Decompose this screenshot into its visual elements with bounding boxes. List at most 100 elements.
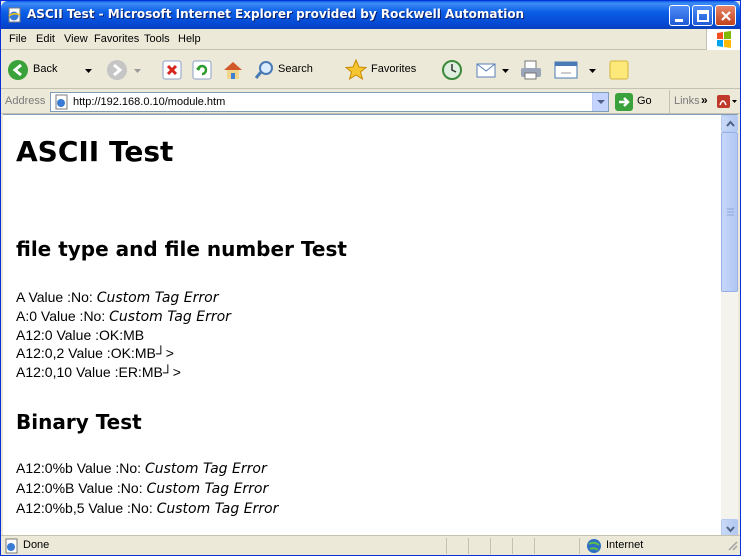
address-dropdown-icon[interactable] [592,93,608,111]
refresh-icon [192,60,212,83]
address-url: http://192.168.0.10/module.htm [73,96,226,108]
status-cell [512,538,534,554]
error-text: Custom Tag Error [156,501,279,517]
internet-globe-icon [586,538,602,556]
line-text: A12:0%B Value :No: [16,480,147,496]
scroll-thumb[interactable] [721,132,738,292]
refresh-button[interactable] [192,51,216,89]
address-bar: Address http://192.168.0.10/module.htm G… [1,90,740,114]
vertical-scrollbar[interactable] [721,115,738,535]
messenger-button[interactable] [608,51,632,89]
forward-button[interactable] [104,51,154,89]
status-bar: Done Internet [1,535,740,555]
line-text: A:0 Value :No: [16,308,110,324]
status-text: Done [23,539,50,551]
search-icon [254,59,276,84]
error-text: Custom Tag Error [109,309,231,325]
menu-edit[interactable]: Edit [36,33,55,45]
result-line: A12:0 Value :OK:MB [16,327,144,344]
result-line: A:0 Value :No: Custom Tag Error [16,308,231,325]
note-icon [608,59,630,84]
line-text: A12:0 Value :OK:MB [16,327,145,343]
history-icon [441,59,463,84]
status-page-icon [4,538,20,556]
search-button[interactable]: Search [252,51,334,89]
address-label: Address [5,95,46,107]
result-line: A12:0,10 Value :ER:MB┘> [16,364,181,381]
menu-tools[interactable]: Tools [144,33,170,45]
maximize-button[interactable] [692,5,713,26]
mail-button[interactable] [475,51,515,89]
security-zone[interactable]: Internet [579,538,729,554]
title-bar[interactable]: ASCII Test - Microsoft Internet Explorer… [1,1,740,29]
go-arrow-icon [615,93,633,114]
back-button[interactable]: Back [5,51,101,89]
browser-window: ASCII Test - Microsoft Internet Explorer… [0,0,741,556]
acrobat-icon[interactable] [716,94,738,113]
page-icon [54,94,70,113]
home-button[interactable] [222,51,246,89]
result-line: A12:0%b,5 Value :No: Custom Tag Error [16,500,278,517]
line-text: A12:0%b Value :No: [16,460,145,476]
back-label: Back [33,63,58,75]
result-line: A Value :No: Custom Tag Error [16,289,218,306]
result-line: A12:0%B Value :No: Custom Tag Error [16,480,268,497]
history-button[interactable] [441,51,467,89]
links-label[interactable]: Links [674,95,700,107]
line-text: A12:0%b,5 Value :No: [16,500,157,516]
stop-button[interactable] [162,51,186,89]
favorites-label: Favorites [371,63,417,75]
edit-dropdown-icon[interactable] [589,66,597,78]
minimize-button[interactable] [669,5,690,26]
status-cell [490,538,512,554]
toolbar-separator [669,90,670,114]
menu-file[interactable]: File [9,33,27,45]
ie-page-icon [7,7,23,23]
menu-bar: File Edit View Favorites Tools Help [1,29,740,50]
standard-toolbar: Back Search Favorites [1,51,740,89]
error-text: Custom Tag Error [146,481,269,497]
page-title: ASCII Test [16,135,174,168]
print-button[interactable] [519,51,545,89]
search-label: Search [278,63,313,75]
print-icon [519,59,543,84]
mail-dropdown-icon[interactable] [502,66,510,78]
status-cell [468,538,490,554]
favorites-button[interactable]: Favorites [342,51,432,89]
favorites-star-icon [344,58,368,85]
go-label: Go [637,95,652,107]
line-text: A Value :No: [16,289,97,305]
error-text: Custom Tag Error [96,290,219,306]
line-text: A12:0,2 Value :OK:MB┘> [16,345,174,361]
forward-dropdown-icon[interactable] [134,66,142,78]
resize-grip-icon[interactable] [726,539,738,554]
stop-icon [162,60,182,83]
result-line: A12:0%b Value :No: Custom Tag Error [16,460,267,477]
status-cell [446,538,468,554]
links-chevron-icon[interactable]: » [701,93,708,107]
status-cell [534,538,579,554]
back-dropdown-icon[interactable] [85,66,93,78]
mail-icon [475,59,499,84]
result-line: A12:0,2 Value :OK:MB┘> [16,345,174,362]
forward-arrow-icon [106,59,128,84]
window-title: ASCII Test - Microsoft Internet Explorer… [27,7,525,21]
error-text: Custom Tag Error [144,461,267,477]
close-button[interactable] [715,5,736,26]
menu-favorites[interactable]: Favorites [94,33,139,45]
edit-page-icon [553,59,579,84]
back-arrow-icon [7,59,29,84]
page-viewport[interactable]: ASCII Test file type and file number Tes… [3,114,738,535]
home-icon [222,60,244,83]
page-content: ASCII Test file type and file number Tes… [3,115,721,517]
address-input[interactable]: http://192.168.0.10/module.htm [50,92,609,112]
menu-help[interactable]: Help [178,33,201,45]
scroll-up-button[interactable] [721,115,738,132]
zone-label: Internet [606,539,644,551]
edit-button[interactable] [553,51,601,89]
scroll-down-button[interactable] [721,519,738,535]
menu-view[interactable]: View [64,33,88,45]
go-button[interactable]: Go [615,92,661,112]
line-text: A12:0,10 Value :ER:MB┘> [16,364,181,380]
windows-logo-icon [706,29,740,50]
